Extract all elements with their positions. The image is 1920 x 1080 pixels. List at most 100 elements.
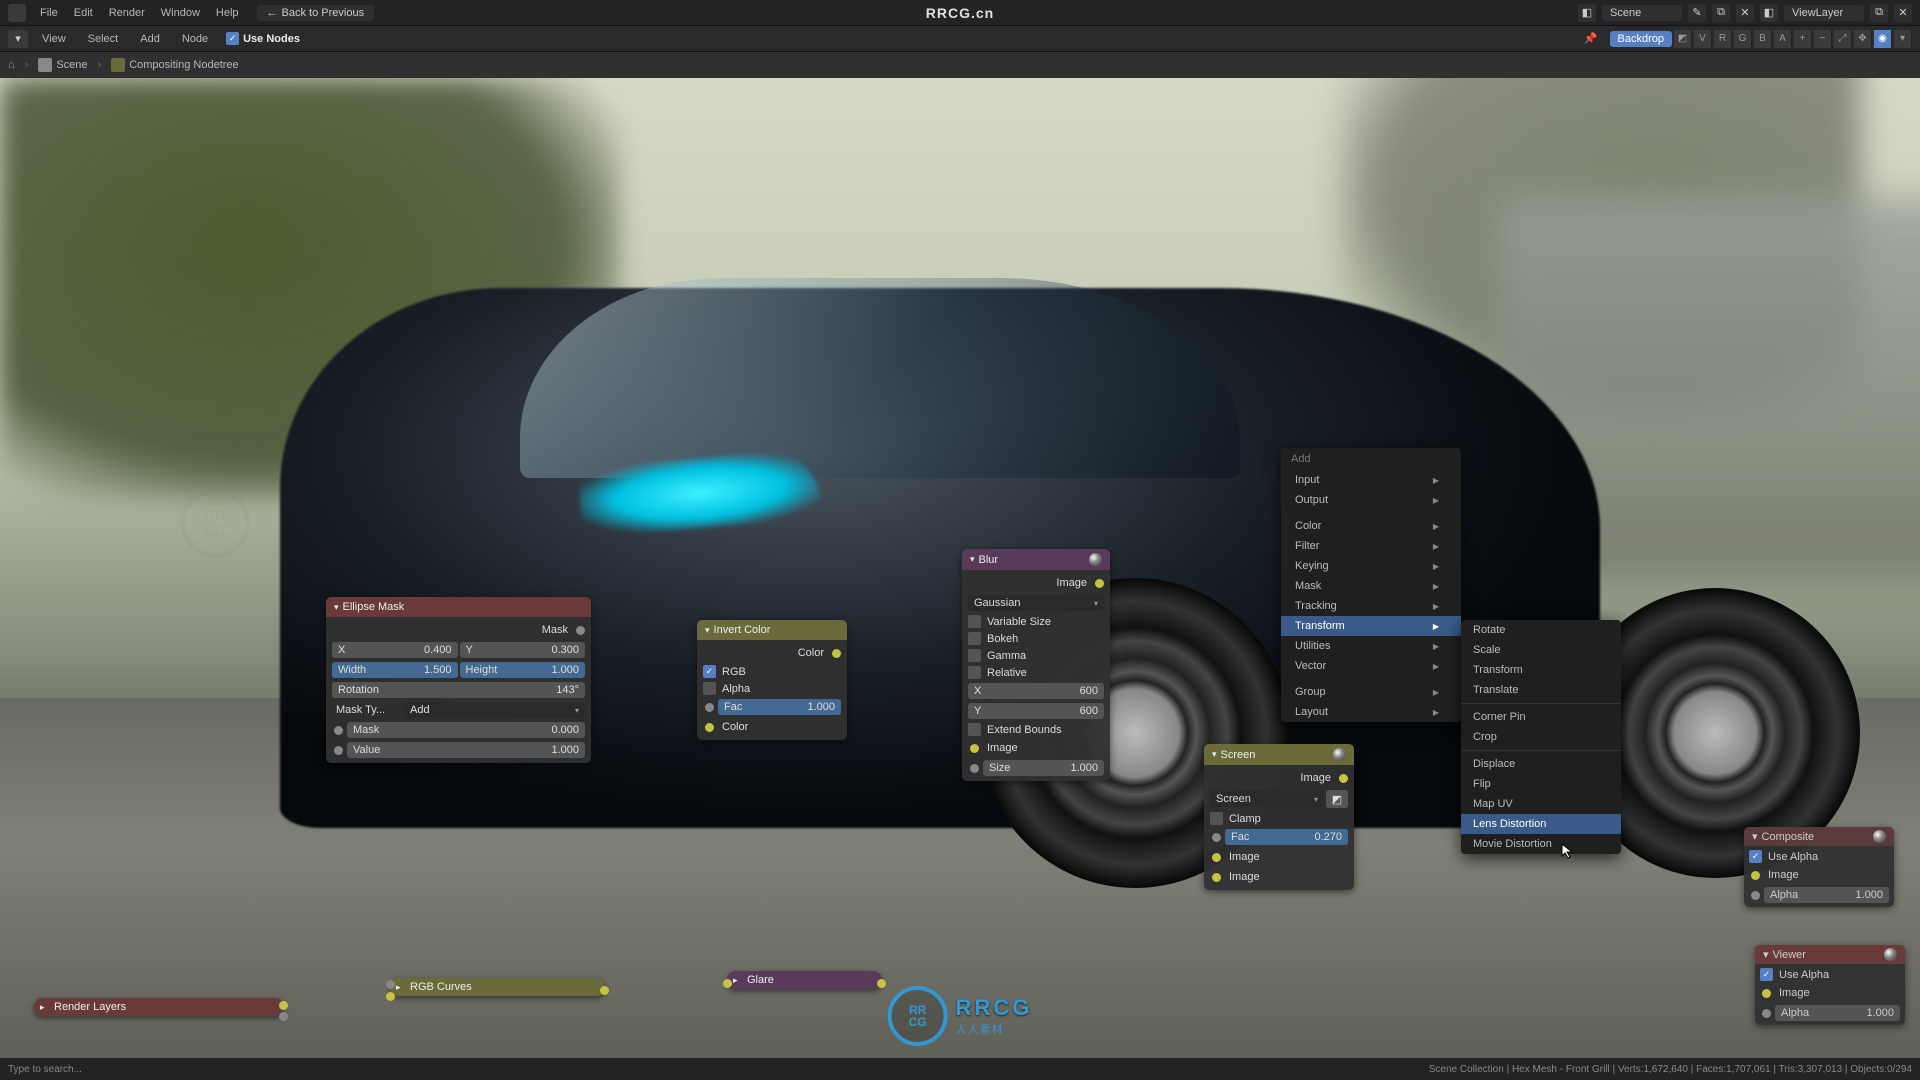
add-keying[interactable]: Keying▶ xyxy=(1281,556,1461,576)
field-fac[interactable]: Fac1.000 xyxy=(718,699,841,715)
gamma-checkbox[interactable]: Gamma xyxy=(966,648,1106,663)
expand-icon[interactable]: ▸ xyxy=(40,1002,45,1013)
node-header[interactable]: ▾ Blur xyxy=(962,549,1110,570)
collapse-icon[interactable]: ▾ xyxy=(334,602,339,613)
menu-select[interactable]: Select xyxy=(80,33,127,45)
menu-window[interactable]: Window xyxy=(153,7,208,19)
scene-delete-icon[interactable]: ✕ xyxy=(1736,4,1754,22)
sub-displace[interactable]: Displace xyxy=(1461,754,1621,774)
field-height[interactable]: Height1.000 xyxy=(460,662,586,678)
sub-flip[interactable]: Flip xyxy=(1461,774,1621,794)
expand-icon[interactable]: ▸ xyxy=(733,975,738,986)
blender-logo[interactable] xyxy=(8,4,26,22)
rgb-checkbox[interactable]: ✓RGB xyxy=(701,664,843,679)
sub-rotate[interactable]: Rotate xyxy=(1461,620,1621,640)
add-color[interactable]: Color▶ xyxy=(1281,516,1461,536)
node-invert-color[interactable]: ▾ Invert Color Color ✓RGB Alpha Fac1.000… xyxy=(697,620,847,740)
menu-view[interactable]: View xyxy=(34,33,74,45)
masktype-dropdown[interactable]: Add▾ xyxy=(404,702,585,718)
node-header[interactable]: ▾ Viewer xyxy=(1755,945,1905,964)
use-alpha-checkbox[interactable]: ✓Use Alpha xyxy=(1758,967,1902,982)
node-header[interactable]: ▾ Composite xyxy=(1744,827,1894,846)
node-rgb-curves[interactable]: ▸ RGB Curves xyxy=(390,978,605,996)
node-header[interactable]: ▾ Invert Color xyxy=(697,620,847,640)
blur-type-dropdown[interactable]: Gaussian▾ xyxy=(968,595,1104,611)
node-header[interactable]: ▾ Screen xyxy=(1204,744,1354,765)
use-alpha-checkbox[interactable]: ✓Use Alpha xyxy=(1747,849,1891,864)
node-mix-screen[interactable]: ▾ Screen Image Screen▾ ◩ Clamp Fac0.270 … xyxy=(1204,744,1354,890)
back-to-previous-button[interactable]: ← Back to Previous xyxy=(257,5,375,21)
add-transform[interactable]: Transform▶ xyxy=(1281,616,1461,636)
field-y[interactable]: Y0.300 xyxy=(460,642,586,658)
overlay-icon[interactable]: ◉ xyxy=(1874,30,1892,48)
add-mask[interactable]: Mask▶ xyxy=(1281,576,1461,596)
scene-pin-icon[interactable]: ✎ xyxy=(1688,4,1706,22)
viewlayer-delete-icon[interactable]: ✕ xyxy=(1894,4,1912,22)
sub-translate[interactable]: Translate xyxy=(1461,680,1621,700)
pin-icon[interactable]: 📌 xyxy=(1584,32,1598,45)
scene-dropdown[interactable]: Scene xyxy=(1602,5,1682,21)
add-utilities[interactable]: Utilities▶ xyxy=(1281,636,1461,656)
field-width[interactable]: Width1.500 xyxy=(332,662,458,678)
add-tracking[interactable]: Tracking▶ xyxy=(1281,596,1461,616)
node-header[interactable]: ▾ Ellipse Mask xyxy=(326,597,591,617)
node-composite[interactable]: ▾ Composite ✓Use Alpha Image Alpha1.000 xyxy=(1744,827,1894,907)
zoom-out-icon[interactable]: − xyxy=(1814,30,1832,48)
add-filter[interactable]: Filter▶ xyxy=(1281,536,1461,556)
input-value[interactable]: Value1.000 xyxy=(347,742,585,758)
sub-crop[interactable]: Crop xyxy=(1461,727,1621,747)
crumb-nodetree[interactable]: Compositing Nodetree xyxy=(111,58,238,72)
transform-submenu[interactable]: Rotate Scale Transform Translate Corner … xyxy=(1461,620,1621,854)
add-group[interactable]: Group▶ xyxy=(1281,682,1461,702)
menu-node[interactable]: Node xyxy=(174,33,216,45)
viewlayer-copy-icon[interactable]: ⧉ xyxy=(1870,4,1888,22)
sub-scale[interactable]: Scale xyxy=(1461,640,1621,660)
channel-r[interactable]: R xyxy=(1714,30,1732,48)
preview-sphere-icon[interactable] xyxy=(1333,748,1346,761)
add-vector[interactable]: Vector▶ xyxy=(1281,656,1461,676)
preview-sphere-icon[interactable] xyxy=(1873,830,1886,843)
collapse-icon[interactable]: ▾ xyxy=(970,554,975,565)
channel-combined-icon[interactable]: ◩ xyxy=(1674,30,1692,48)
field-alpha[interactable]: Alpha1.000 xyxy=(1775,1005,1900,1021)
add-output[interactable]: Output▶ xyxy=(1281,490,1461,510)
collapse-icon[interactable]: ▾ xyxy=(1212,749,1217,760)
viewlayer-dropdown[interactable]: ViewLayer xyxy=(1784,5,1864,21)
node-viewer[interactable]: ▾ Viewer ✓Use Alpha Image Alpha1.000 xyxy=(1755,945,1905,1025)
sub-lens-distortion[interactable]: Lens Distortion xyxy=(1461,814,1621,834)
use-nodes-checkbox[interactable]: ✓ Use Nodes xyxy=(226,32,300,45)
channel-g[interactable]: G xyxy=(1734,30,1752,48)
compositor-viewport[interactable]: RRCG ▾ Ellipse Mask Mask X0.400 Y0.300 W… xyxy=(0,78,1920,1058)
add-layout[interactable]: Layout▶ xyxy=(1281,702,1461,722)
fit-icon[interactable]: ⤢ xyxy=(1834,30,1852,48)
overlay-dropdown-icon[interactable]: ▾ xyxy=(1894,30,1912,48)
field-blur-x[interactable]: X600 xyxy=(968,683,1104,699)
blend-mode-dropdown[interactable]: Screen▾ xyxy=(1210,791,1324,807)
collapse-icon[interactable]: ▾ xyxy=(1752,830,1758,843)
scene-copy-icon[interactable]: ⧉ xyxy=(1712,4,1730,22)
alpha-toggle-icon[interactable]: ◩ xyxy=(1326,790,1348,808)
bokeh-checkbox[interactable]: Bokeh xyxy=(966,631,1106,646)
editor-type-dropdown[interactable]: ▾ xyxy=(8,30,28,48)
input-mask[interactable]: Mask0.000 xyxy=(347,722,585,738)
variable-size-checkbox[interactable]: Variable Size xyxy=(966,614,1106,629)
home-icon[interactable]: ⌂ xyxy=(8,59,15,71)
field-size[interactable]: Size1.000 xyxy=(983,760,1104,776)
sub-movie-distortion[interactable]: Movie Distortion xyxy=(1461,834,1621,854)
field-blur-y[interactable]: Y600 xyxy=(968,703,1104,719)
channel-a[interactable]: A xyxy=(1774,30,1792,48)
channel-v[interactable]: V xyxy=(1694,30,1712,48)
sub-corner-pin[interactable]: Corner Pin xyxy=(1461,707,1621,727)
menu-add[interactable]: Add xyxy=(132,33,168,45)
field-fac[interactable]: Fac0.270 xyxy=(1225,829,1348,845)
menu-edit[interactable]: Edit xyxy=(66,7,101,19)
collapse-icon[interactable]: ▾ xyxy=(1763,948,1769,961)
move-icon[interactable]: ✥ xyxy=(1854,30,1872,48)
node-render-layers[interactable]: ▸ Render Layers xyxy=(34,998,284,1016)
zoom-in-icon[interactable]: + xyxy=(1794,30,1812,48)
extend-bounds-checkbox[interactable]: Extend Bounds xyxy=(966,722,1106,737)
node-blur[interactable]: ▾ Blur Image Gaussian▾ Variable Size Bok… xyxy=(962,549,1110,781)
preview-sphere-icon[interactable] xyxy=(1884,948,1897,961)
field-alpha[interactable]: Alpha1.000 xyxy=(1764,887,1889,903)
add-input[interactable]: Input▶ xyxy=(1281,470,1461,490)
